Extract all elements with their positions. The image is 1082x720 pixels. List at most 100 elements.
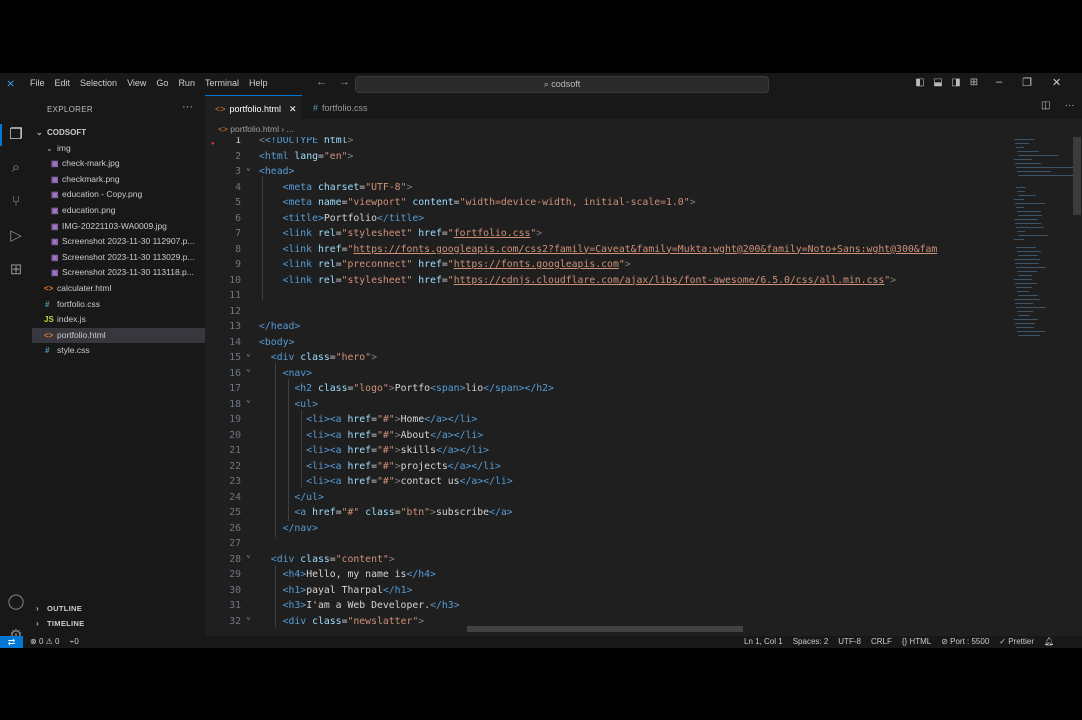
- tab-label: portfolio.html: [229, 104, 282, 114]
- file-item[interactable]: ▣ Screenshot 2023-11-30 112907.p...: [32, 234, 205, 250]
- warning-icon: ⚠: [45, 637, 53, 646]
- forward-arrow-icon[interactable]: →: [339, 76, 350, 88]
- minimap-line: [1015, 263, 1039, 265]
- fold-chevron-icon[interactable]: ⌄: [246, 612, 251, 621]
- restore-icon[interactable]: ❐: [1022, 76, 1032, 89]
- fold-chevron-icon[interactable]: ⌄: [246, 163, 251, 172]
- line-number: 28: [229, 553, 241, 565]
- menu-selection[interactable]: Selection: [80, 78, 117, 88]
- close-tab-icon[interactable]: ✕: [289, 104, 297, 114]
- toggle-secondary-sidebar-icon[interactable]: ◨: [950, 77, 962, 88]
- minimap-line: [1017, 291, 1029, 293]
- menu-help[interactable]: Help: [249, 78, 268, 88]
- timeline-section[interactable]: › TIMELINE: [32, 616, 205, 631]
- cursor-position[interactable]: Ln 1, Col 1: [744, 637, 783, 646]
- outline-label: OUTLINE: [47, 604, 83, 613]
- menu-view[interactable]: View: [127, 78, 146, 88]
- more-actions-icon[interactable]: ···: [182, 101, 193, 113]
- file-item[interactable]: # fortfolio.css: [32, 297, 205, 313]
- run-debug-icon[interactable]: ▷: [6, 226, 26, 246]
- prettier-status[interactable]: ✓ Prettier: [999, 637, 1034, 646]
- menu-terminal[interactable]: Terminal: [205, 78, 239, 88]
- image-file-icon: ▣: [51, 221, 59, 231]
- customize-layout-icon[interactable]: ⊞: [968, 77, 980, 88]
- code-link[interactable]: https://fonts.googleapis.com: [454, 259, 619, 270]
- code-line: <meta name="viewport" content="width=dev…: [282, 197, 696, 208]
- command-center-search[interactable]: ⌕ codsoft: [355, 76, 769, 93]
- toggle-panel-icon[interactable]: ⬓: [932, 77, 944, 88]
- line-number: 9: [235, 259, 241, 270]
- file-item[interactable]: # style.css: [32, 343, 205, 359]
- ports-indicator[interactable]: ⌁0: [69, 637, 78, 646]
- file-item[interactable]: ▣ Screenshot 2023-11-30 113118.p...: [32, 265, 205, 281]
- code-line: <html lang="en">: [259, 150, 354, 162]
- file-item[interactable]: ▣ education - Copy.png: [32, 187, 205, 203]
- code-link[interactable]: fortfolio.css: [454, 228, 531, 239]
- minimize-icon[interactable]: –: [996, 76, 1002, 89]
- end-of-line[interactable]: CRLF: [871, 637, 892, 646]
- file-label: style.css: [57, 345, 90, 356]
- back-arrow-icon[interactable]: ←: [316, 76, 327, 88]
- line-number: 5: [235, 197, 241, 208]
- remote-icon[interactable]: ⇄: [0, 636, 23, 648]
- file-item[interactable]: ▣ Screenshot 2023-11-30 113029.p...: [32, 250, 205, 266]
- breadcrumb-file[interactable]: portfolio.html: [230, 124, 279, 134]
- tab-fortfolio-css[interactable]: # fortfolio.css: [305, 95, 390, 119]
- explorer-icon[interactable]: ❐: [6, 125, 26, 145]
- source-control-icon[interactable]: ⑂: [6, 192, 26, 212]
- breadcrumb-rest[interactable]: ...: [287, 124, 294, 134]
- minimap-line: [1015, 143, 1029, 145]
- live-server-port[interactable]: ⊘ Port : 5500: [941, 637, 989, 646]
- tab-portfolio-html[interactable]: <> portfolio.html ✕: [205, 95, 302, 120]
- workspace-root[interactable]: ⌄ CODSOFT: [32, 125, 205, 141]
- search-label: codsoft: [551, 79, 581, 89]
- code-link[interactable]: https://fonts.googleapis.com/css2?family…: [353, 244, 937, 255]
- folder-img[interactable]: ⌄ img: [32, 141, 205, 157]
- encoding[interactable]: UTF-8: [838, 637, 861, 646]
- menu-run[interactable]: Run: [178, 78, 195, 88]
- file-item[interactable]: ▣ checkmark.png: [32, 172, 205, 188]
- language-mode[interactable]: {} HTML: [902, 637, 931, 646]
- title-bar: ⨯ File Edit Selection View Go Run Termin…: [0, 73, 1082, 95]
- file-item[interactable]: JS index.js: [32, 312, 205, 328]
- problems-indicator[interactable]: ⊗ 0 ⚠ 0: [30, 637, 59, 646]
- file-item-selected[interactable]: <> portfolio.html: [32, 327, 205, 344]
- line-number: 8: [235, 243, 241, 255]
- fold-chevron-icon[interactable]: ⌄: [246, 349, 251, 358]
- horizontal-scrollbar[interactable]: [467, 626, 743, 632]
- code-line: <h3>I'am a Web Developer.</h3>: [282, 600, 460, 611]
- line-number: 26: [229, 522, 241, 534]
- file-item[interactable]: ▣ education.png: [32, 203, 205, 219]
- menu-file[interactable]: File: [30, 78, 45, 88]
- line-number: 15: [229, 352, 241, 363]
- timeline-label: TIMELINE: [47, 619, 85, 628]
- minimap[interactable]: [1010, 137, 1076, 357]
- code-editor[interactable]: 1 2 3 4 5 6 7 8 9 10 11 12 13 14 15 16 17 18 19 20 21 22 23 24 2…: [205, 137, 1005, 627]
- close-window-icon[interactable]: ✕: [1052, 76, 1061, 89]
- fold-chevron-icon[interactable]: ⌄: [246, 550, 251, 559]
- minimap-line: [1016, 167, 1076, 169]
- file-item[interactable]: ▣ check-mark.jpg: [32, 156, 205, 172]
- vertical-scrollbar[interactable]: [1073, 137, 1081, 215]
- chevron-down-icon: ⌄: [36, 128, 43, 137]
- notifications-bell-icon[interactable]: 🔔︎: [1044, 637, 1054, 646]
- file-item[interactable]: <> calculater.html: [32, 281, 205, 297]
- menu-edit[interactable]: Edit: [55, 78, 71, 88]
- fold-chevron-icon[interactable]: ⌄: [246, 364, 251, 373]
- toggle-sidebar-icon[interactable]: ◧: [914, 77, 926, 88]
- file-item[interactable]: ▣ IMG-20221103-WA0009.jpg: [32, 219, 205, 235]
- editor-tabs: <> portfolio.html ✕ # fortfolio.css ◫ ···: [205, 95, 1082, 120]
- minimap-line: [1014, 159, 1032, 161]
- broadcast-icon: ⊘: [941, 637, 951, 646]
- extensions-icon[interactable]: ⊞: [6, 260, 26, 280]
- split-editor-icon[interactable]: ◫: [1041, 100, 1050, 111]
- menu-go[interactable]: Go: [156, 78, 168, 88]
- code-link[interactable]: https://cdnjs.cloudflare.com/ajax/libs/f…: [454, 275, 885, 286]
- account-icon[interactable]: ◯: [6, 592, 26, 612]
- more-editor-actions-icon[interactable]: ···: [1064, 100, 1074, 111]
- indentation[interactable]: Spaces: 2: [793, 637, 829, 646]
- fold-chevron-icon[interactable]: ⌄: [246, 395, 251, 404]
- code-line: </head>: [259, 321, 301, 332]
- outline-section[interactable]: › OUTLINE: [32, 601, 205, 616]
- search-view-icon[interactable]: ⌕: [6, 158, 26, 178]
